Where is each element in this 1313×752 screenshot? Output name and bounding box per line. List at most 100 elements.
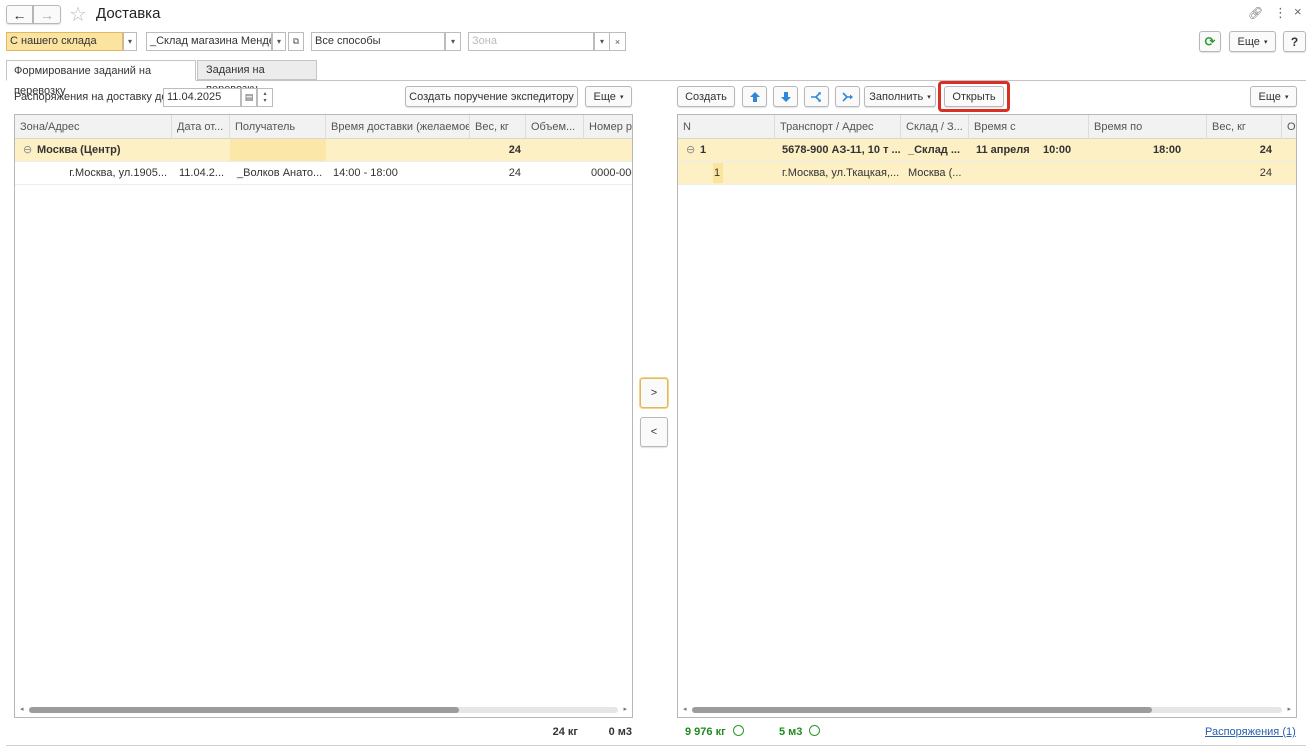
scroll-left-icon[interactable]: ◂ [683,705,687,713]
table-row[interactable]: г.Москва, ул.1905... 11.04.2... _Волков … [15,162,632,185]
col-number[interactable]: Номер ра [584,115,632,139]
delivery-method-select[interactable]: Все способы [311,32,445,51]
help-button[interactable]: ? [1283,31,1306,52]
scroll-left-icon[interactable]: ◂ [20,705,24,713]
col-transport-address[interactable]: Транспорт / Адрес [775,115,901,139]
merge-button[interactable] [835,86,860,107]
bottom-divider [6,745,1306,746]
date-stepper[interactable]: ▴ ▾ [257,88,273,107]
col-warehouse-zone[interactable]: Склад / З... [901,115,969,139]
col-time-to[interactable]: Время по [1089,115,1207,139]
right-horizontal-scrollbar[interactable] [692,707,1282,713]
weight-status-circle-icon [733,725,744,736]
left-total-volume: 0 м3 [608,726,632,738]
link-icon[interactable]: 🔗︎ [1248,6,1263,20]
create-expeditor-order-button[interactable]: Создать поручение экспедитору [405,86,578,107]
table-group-row[interactable]: ⊖ Москва (Центр) 24 [15,139,632,162]
zone-dropdown-button[interactable]: ▾ [594,32,610,51]
move-right-button[interactable]: > [640,378,668,408]
method-dropdown-button[interactable]: ▾ [445,32,461,51]
scroll-right-icon[interactable]: ▸ [1287,705,1291,713]
task-group-time-to: 18:00 [1153,144,1182,156]
date-input[interactable]: 11.04.2025 [163,88,241,107]
forward-arrow-icon: → [40,6,54,23]
row-date: 11.04.2... [179,167,225,179]
col-recipient[interactable]: Получатель [230,115,326,139]
left-scroll-thumb[interactable] [29,707,459,713]
source-select[interactable]: С нашего склада [6,32,123,51]
create-task-button[interactable]: Создать [677,86,735,107]
row-address: г.Москва, ул.1905... [69,167,167,179]
scroll-right-icon[interactable]: ▸ [623,705,627,713]
task-group-transport: 5678-900 АЗ-11, 10 т ... [782,144,901,156]
chevron-down-icon: ▾ [927,93,931,101]
favorite-star-icon[interactable]: ☆ [69,2,87,27]
fill-button[interactable]: Заполнить ▾ [864,86,936,107]
col-date[interactable]: Дата от... [172,115,230,139]
col-task-weight[interactable]: Вес, кг [1207,115,1282,139]
col-zone-address[interactable]: Зона/Адрес [15,115,172,139]
orders-table-header: Зона/Адрес Дата от... Получатель Время д… [15,115,632,139]
group-highlight-cell [230,139,326,161]
back-button[interactable]: ← [6,5,33,24]
task-group-weight: 24 [1259,144,1272,156]
refresh-icon: ⟳ [1204,33,1216,49]
arrow-down-icon [780,91,791,102]
col-time-from[interactable]: Время с [969,115,1089,139]
collapse-icon[interactable]: ⊖ [681,139,695,161]
task-group-row[interactable]: ⊖ 1 5678-900 АЗ-11, 10 т ... _Склад ... … [678,139,1296,162]
tab-bar-line [6,80,1306,81]
date-label: Распоряжения на доставку до: [14,91,171,103]
top-more-label: Еще [1237,35,1260,48]
task-row-number: 1 [714,167,721,179]
chevron-down-icon: ▾ [1263,38,1268,46]
right-more-label: Еще [1258,90,1281,103]
move-up-button[interactable] [742,86,767,107]
source-dropdown-button[interactable]: ▾ [123,32,137,51]
right-scroll-thumb[interactable] [692,707,1152,713]
close-icon[interactable]: × [1294,4,1302,19]
chevron-down-icon: ▾ [619,93,624,101]
forward-button[interactable]: → [33,5,61,24]
calendar-button[interactable]: ▤ [241,88,257,107]
orders-table[interactable]: Зона/Адрес Дата от... Получатель Время д… [14,114,633,718]
warehouse-select[interactable]: _Склад магазина Мендел [146,32,272,51]
left-horizontal-scrollbar[interactable] [29,707,618,713]
col-delivery-time[interactable]: Время доставки (желаемое) [326,115,470,139]
open-button[interactable]: Открыть [944,86,1004,107]
left-more-button[interactable]: Еще ▾ [585,86,632,107]
tasks-table[interactable]: N Транспорт / Адрес Склад / З... Время с… [677,114,1297,718]
tab-formation[interactable]: Формирование заданий на перевозку [6,60,196,97]
refresh-button[interactable]: ⟳ [1199,31,1221,52]
more-vertical-icon[interactable]: ⋮ [1274,5,1287,21]
col-weight[interactable]: Вес, кг [470,115,526,139]
split-button[interactable] [804,86,829,107]
orders-link[interactable]: Распоряжения (1) [1205,726,1296,738]
tab-tasks[interactable]: Задания на перевозку [197,60,317,95]
warehouse-open-button[interactable]: ⧉ [288,32,304,51]
task-row[interactable]: 1 г.Москва, ул.Ткацкая,... Москва (... 2… [678,162,1296,185]
zone-clear-button[interactable]: × [610,32,626,51]
volume-status-circle-icon [809,725,820,736]
task-group-date: 11 апреля [976,144,1030,156]
col-o[interactable]: О [1282,115,1296,139]
move-left-button[interactable]: < [640,417,668,447]
row-weight: 24 [508,167,521,179]
chevron-down-icon: ▾ [1284,93,1289,101]
row-number: 0000-000 [591,167,633,179]
right-more-button[interactable]: Еще ▾ [1250,86,1297,107]
move-down-button[interactable] [773,86,798,107]
col-n[interactable]: N [678,115,775,139]
warehouse-dropdown-button[interactable]: ▾ [272,32,286,51]
split-icon [811,91,821,102]
top-more-button[interactable]: Еще ▾ [1229,31,1276,52]
fill-label: Заполнить [869,90,924,103]
zone-input[interactable]: Зона [468,32,594,51]
col-volume[interactable]: Объем... [526,115,584,139]
right-total-volume: 5 м3 [779,726,803,738]
collapse-icon[interactable]: ⊖ [18,139,32,161]
back-arrow-icon: ← [12,6,27,23]
page-title: Доставка [96,5,161,22]
task-row-weight: 24 [1259,167,1272,179]
left-total-weight: 24 кг [552,726,578,738]
